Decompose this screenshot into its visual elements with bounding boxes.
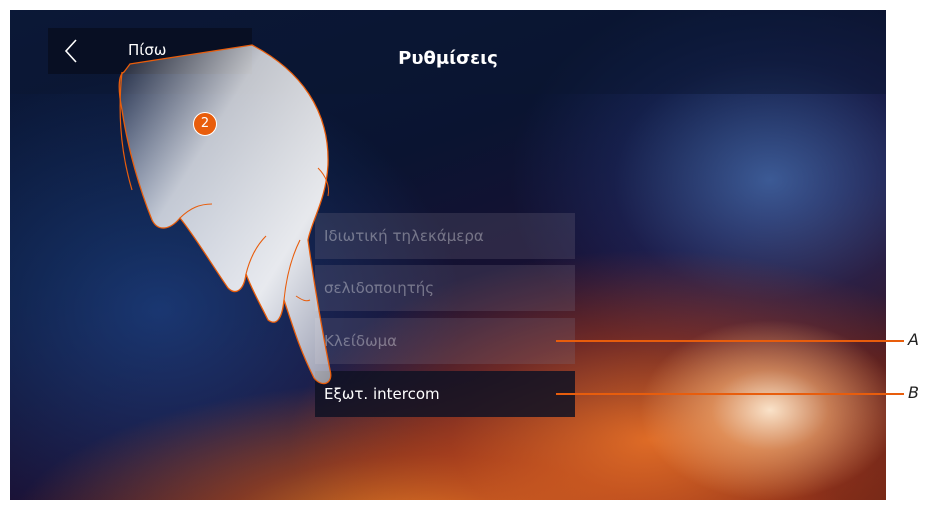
menu-item-pager[interactable]: σελιδοποιητής xyxy=(315,265,575,311)
menu-item-lock[interactable]: Κλείδωμα xyxy=(315,318,575,364)
callout-line-a xyxy=(556,340,904,342)
top-bar: Πίσω Ρυθμίσεις xyxy=(10,10,886,94)
menu-item-label: Εξωτ. intercom xyxy=(324,385,440,403)
intercom-screen: Πίσω Ρυθμίσεις Ιδιωτική τηλεκάμερα σελιδ… xyxy=(10,10,886,500)
menu-item-private-camera[interactable]: Ιδιωτική τηλεκάμερα xyxy=(315,213,575,259)
step-badge: 2 xyxy=(193,112,217,136)
menu-item-label: Ιδιωτική τηλεκάμερα xyxy=(324,227,484,245)
menu-item-external-intercom[interactable]: Εξωτ. intercom xyxy=(315,371,575,417)
callout-line-b xyxy=(556,393,904,395)
menu-item-label: Κλείδωμα xyxy=(324,332,398,350)
callout-label-b: B xyxy=(908,383,919,402)
page-title: Ρυθμίσεις xyxy=(398,48,498,69)
callout-label-a: A xyxy=(908,330,919,349)
menu-item-label: σελιδοποιητής xyxy=(324,279,435,297)
